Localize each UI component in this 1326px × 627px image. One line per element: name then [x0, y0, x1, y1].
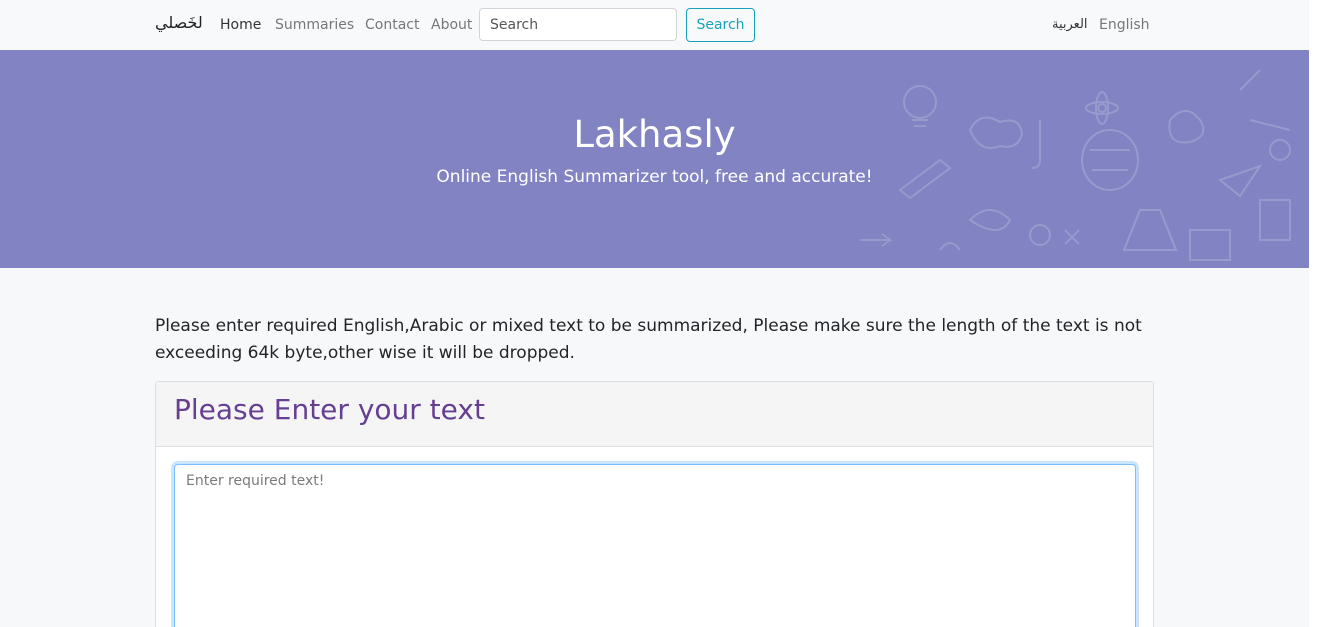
hero-banner: Lakhasly Online English Summarizer tool,… — [0, 50, 1309, 268]
brand-logo[interactable]: لخَصلي — [155, 13, 203, 32]
page: لخَصلي Home Summaries Contact About Sear… — [0, 0, 1309, 627]
search-input[interactable] — [479, 8, 677, 41]
language-arabic-link[interactable]: العربية — [1052, 17, 1088, 32]
doodle-pattern-background — [860, 69, 1291, 261]
card-title: Please Enter your text — [174, 393, 485, 426]
summary-text-input[interactable] — [174, 464, 1136, 627]
search-button[interactable]: Search — [686, 8, 755, 42]
nav-link-about[interactable]: About — [431, 17, 472, 33]
hero-subtitle: Online English Summarizer tool, free and… — [436, 167, 873, 187]
nav-link-home[interactable]: Home — [220, 17, 261, 33]
intro-text: Please enter required English,Arabic or … — [155, 316, 1142, 363]
nav-link-contact[interactable]: Contact — [365, 17, 419, 33]
window-edge — [1309, 0, 1326, 627]
hero-title: Lakhasly — [573, 113, 736, 156]
navbar: لخَصلي Home Summaries Contact About Sear… — [0, 0, 1309, 50]
nav-link-summaries[interactable]: Summaries — [275, 17, 354, 33]
card-header: Please Enter your text — [156, 382, 1153, 447]
language-english-link[interactable]: English — [1099, 17, 1150, 33]
text-input-card: Please Enter your text — [155, 381, 1154, 627]
